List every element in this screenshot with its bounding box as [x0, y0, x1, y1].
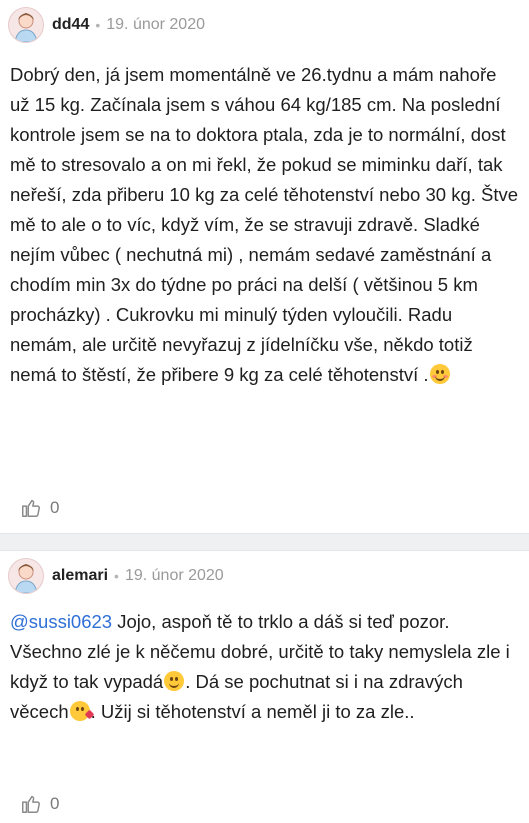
post-date: 19. únor 2020 — [124, 567, 224, 584]
comment-body-part3: . Užij si těhotenství a neměl ji to za z… — [90, 701, 415, 722]
author-name[interactable]: alemari — [52, 567, 108, 585]
comment-text: @sussi0623 Jojo, aspoň tě to trklo a dáš… — [10, 607, 519, 727]
face-blowing-kiss-emoji-icon — [69, 701, 95, 721]
comment-body: Dobrý den, já jsem momentálně ve 26.tydn… — [10, 64, 519, 385]
post-separator — [0, 533, 529, 551]
like-button[interactable]: 0 — [20, 793, 59, 815]
comment-post: alemari • 19. únor 2020 @sussi0623 Jojo,… — [0, 551, 529, 823]
smiling-blush-emoji-icon — [429, 364, 450, 384]
comment-post: dd44 • 19. únor 2020 Dobrý den, já jsem … — [0, 0, 529, 533]
slightly-smiling-emoji-icon — [164, 671, 185, 691]
like-count: 0 — [50, 498, 60, 517]
avatar-icon[interactable] — [8, 7, 44, 43]
user-mention-link[interactable]: @sussi0623 — [10, 611, 112, 632]
meta-separator: • — [114, 568, 119, 584]
comment-text: Dobrý den, já jsem momentálně ve 26.tydn… — [10, 60, 519, 390]
comment-header: dd44 • 19. únor 2020 — [8, 7, 205, 43]
like-button[interactable]: 0 — [20, 497, 59, 519]
meta-separator: • — [95, 17, 101, 33]
avatar-icon[interactable] — [8, 558, 44, 594]
thumbs-up-icon — [22, 499, 40, 517]
thumbs-up-icon — [22, 795, 40, 813]
post-date: 19. únor 2020 — [106, 16, 205, 33]
author-name[interactable]: dd44 — [52, 16, 89, 34]
like-count: 0 — [50, 794, 60, 813]
comment-header: alemari • 19. únor 2020 — [8, 558, 224, 594]
